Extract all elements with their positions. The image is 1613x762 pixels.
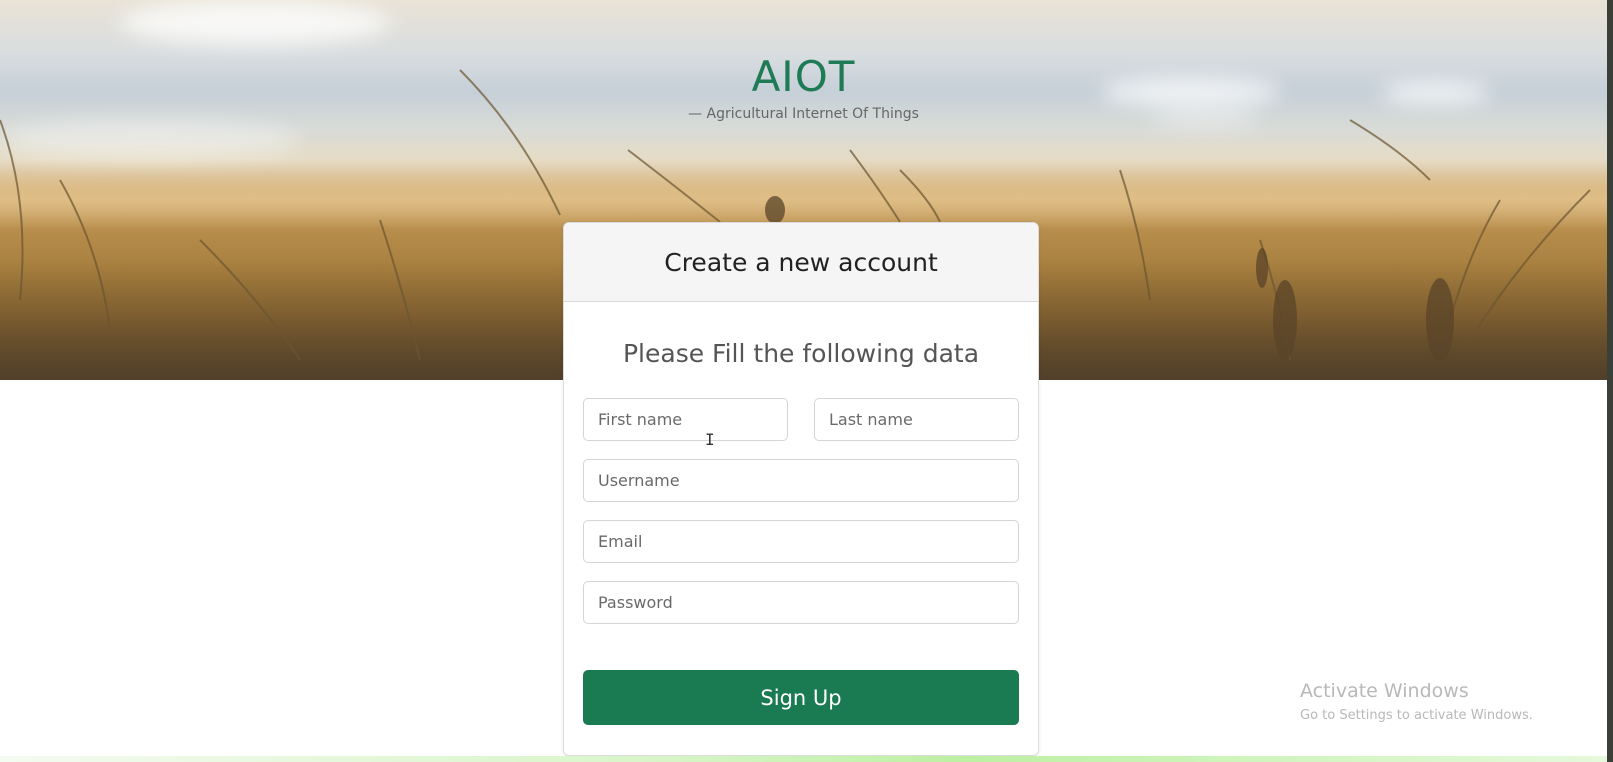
last-name-input[interactable] <box>814 398 1019 441</box>
window-edge <box>1607 0 1613 762</box>
card-header: Create a new account <box>564 223 1038 302</box>
windows-activation-watermark: Activate Windows Go to Settings to activ… <box>1300 680 1533 723</box>
brand-header: AIOT — Agricultural Internet Of Things <box>0 52 1607 122</box>
watermark-title: Activate Windows <box>1300 680 1469 702</box>
bottom-strip <box>0 756 1607 762</box>
password-input[interactable] <box>583 581 1019 624</box>
watermark-subtitle: Go to Settings to activate Windows. <box>1300 708 1533 723</box>
card-body: Please Fill the following data Sign Up <box>564 337 1038 725</box>
text-cursor-icon: I <box>705 430 715 449</box>
brand-title: AIOT <box>751 52 856 101</box>
name-row <box>583 398 1019 441</box>
card-title: Create a new account <box>664 247 938 277</box>
brand-subtitle: — Agricultural Internet Of Things <box>688 106 919 122</box>
email-input[interactable] <box>583 520 1019 563</box>
account-fields <box>583 459 1019 624</box>
username-input[interactable] <box>583 459 1019 502</box>
form-subtitle: Please Fill the following data <box>622 339 980 368</box>
sign-up-button[interactable]: Sign Up <box>583 670 1019 725</box>
signup-page: AIOT — Agricultural Internet Of Things C… <box>0 0 1613 762</box>
signup-card: Create a new account Please Fill the fol… <box>563 222 1039 756</box>
first-name-input[interactable] <box>583 398 788 441</box>
